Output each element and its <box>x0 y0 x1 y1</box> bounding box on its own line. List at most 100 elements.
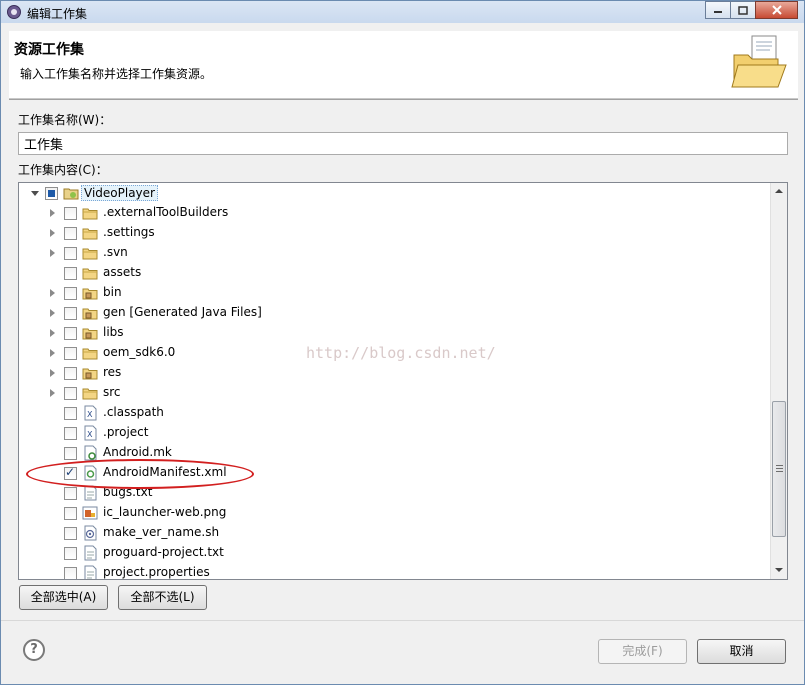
item-checkbox[interactable] <box>64 327 77 340</box>
item-checkbox[interactable] <box>64 347 77 360</box>
folder-icon <box>82 388 98 400</box>
item-checkbox[interactable] <box>64 367 77 380</box>
package-folder-icon <box>82 328 98 340</box>
svg-text:X: X <box>87 410 93 419</box>
tree-item-row[interactable]: X .classpath <box>19 403 771 423</box>
script-file-icon <box>84 525 97 541</box>
tree-item-label: libs <box>103 325 124 339</box>
header-separator <box>9 99 798 100</box>
expand-twisty-icon[interactable] <box>50 229 55 237</box>
tree-root-row[interactable]: VideoPlayer <box>19 183 771 203</box>
tree-item-label: assets <box>103 265 142 279</box>
eclipse-gear-icon <box>7 5 21 19</box>
expand-twisty-icon[interactable] <box>50 369 55 377</box>
item-checkbox[interactable] <box>64 407 77 420</box>
tree-vertical-scrollbar[interactable] <box>770 183 787 579</box>
folder-icon <box>82 228 98 240</box>
expand-twisty-icon[interactable] <box>50 349 55 357</box>
tree-item-row[interactable]: .settings <box>19 223 771 243</box>
select-all-button[interactable]: 全部选中(A) <box>19 585 108 610</box>
expand-twisty-icon[interactable] <box>50 249 55 257</box>
root-label[interactable]: VideoPlayer <box>81 185 158 201</box>
item-checkbox[interactable] <box>64 427 77 440</box>
scroll-up-arrow-icon[interactable] <box>775 189 783 193</box>
package-folder-icon <box>82 308 98 320</box>
tree-item-label: make_ver_name.sh <box>103 525 220 539</box>
maximize-button[interactable] <box>730 1 756 19</box>
scroll-down-arrow-icon[interactable] <box>775 568 783 572</box>
svg-text:X: X <box>87 430 93 439</box>
tree-item-label: .settings <box>103 225 155 239</box>
package-folder-icon <box>82 368 98 380</box>
collapse-twisty-icon[interactable] <box>31 191 39 196</box>
tree-item-row[interactable]: src <box>19 383 771 403</box>
minimize-button[interactable] <box>705 1 731 19</box>
item-checkbox[interactable] <box>64 267 77 280</box>
item-checkbox[interactable] <box>64 507 77 520</box>
tree-item-row[interactable]: .externalToolBuilders <box>19 203 771 223</box>
tree-item-row[interactable]: X .project <box>19 423 771 443</box>
item-checkbox[interactable] <box>64 307 77 320</box>
highlight-ellipse <box>26 459 254 489</box>
item-checkbox[interactable] <box>64 247 77 260</box>
folder-icon <box>82 248 98 260</box>
deselect-all-button[interactable]: 全部不选(L) <box>118 585 207 610</box>
item-checkbox[interactable] <box>64 527 77 540</box>
title-bar[interactable]: 编辑工作集 <box>1 1 804 23</box>
maximize-icon <box>738 5 748 15</box>
mk-file-icon <box>84 445 97 461</box>
watermark-text: http://blog.csdn.net/ <box>306 344 496 362</box>
expand-twisty-icon[interactable] <box>50 309 55 317</box>
help-icon[interactable]: ? <box>23 639 45 661</box>
tree-item-row[interactable]: bin <box>19 283 771 303</box>
item-checkbox[interactable] <box>64 567 77 579</box>
tree-item-row[interactable]: libs <box>19 323 771 343</box>
close-button[interactable] <box>755 1 798 19</box>
finish-button[interactable]: 完成(F) <box>598 639 687 664</box>
tree-item-row[interactable]: project.properties <box>19 563 771 579</box>
tree-item-label: oem_sdk6.0 <box>103 345 176 359</box>
working-set-content-label: 工作集内容(C)： <box>18 163 108 177</box>
folder-icon <box>82 268 98 280</box>
tree-item-label: Android.mk <box>103 445 172 459</box>
scroll-thumb[interactable] <box>772 401 786 537</box>
tree-item-row[interactable]: assets <box>19 263 771 283</box>
item-checkbox[interactable] <box>64 287 77 300</box>
item-checkbox[interactable] <box>64 487 77 500</box>
item-checkbox[interactable] <box>64 227 77 240</box>
footer-separator <box>1 620 804 621</box>
folder-icon <box>82 208 98 220</box>
tree-item-row[interactable]: ic_launcher-web.png <box>19 503 771 523</box>
item-checkbox[interactable] <box>64 207 77 220</box>
item-checkbox[interactable] <box>64 447 77 460</box>
tree-item-row[interactable]: .svn <box>19 243 771 263</box>
folder-document-icon <box>731 35 787 88</box>
tree-viewport: VideoPlayer .externalToolBuilders .settin… <box>19 183 771 579</box>
tree-item-label: res <box>103 365 122 379</box>
grip-line <box>776 465 783 466</box>
root-checkbox[interactable] <box>45 187 58 200</box>
tree-item-row[interactable]: make_ver_name.sh <box>19 523 771 543</box>
working-set-name-input[interactable] <box>18 132 788 155</box>
window-controls <box>705 1 798 20</box>
item-checkbox[interactable] <box>64 547 77 560</box>
tree-item-row[interactable]: res <box>19 363 771 383</box>
tree-item-row[interactable]: gen [Generated Java Files] <box>19 303 771 323</box>
xml-file-icon: X <box>84 405 97 421</box>
tree-item-label: ic_launcher-web.png <box>103 505 227 519</box>
expand-twisty-icon[interactable] <box>50 329 55 337</box>
tree-item-label: .svn <box>103 245 128 259</box>
working-set-content-tree[interactable]: VideoPlayer .externalToolBuilders .settin… <box>18 182 788 580</box>
expand-twisty-icon[interactable] <box>50 289 55 297</box>
tree-item-row[interactable]: proguard-project.txt <box>19 543 771 563</box>
edit-working-set-dialog: 编辑工作集 资源工作集 输入工作集名称并选择工作集资源。 工作集名称(W)： 工… <box>0 0 805 685</box>
expand-twisty-icon[interactable] <box>50 389 55 397</box>
tree-item-label: project.properties <box>103 565 210 579</box>
tree-item-label: .project <box>103 425 149 439</box>
cancel-button[interactable]: 取消 <box>697 639 786 664</box>
item-checkbox[interactable] <box>64 387 77 400</box>
image-file-icon <box>82 506 98 520</box>
expand-twisty-icon[interactable] <box>50 209 55 217</box>
minimize-icon <box>714 11 722 13</box>
text-file-icon <box>84 565 97 579</box>
